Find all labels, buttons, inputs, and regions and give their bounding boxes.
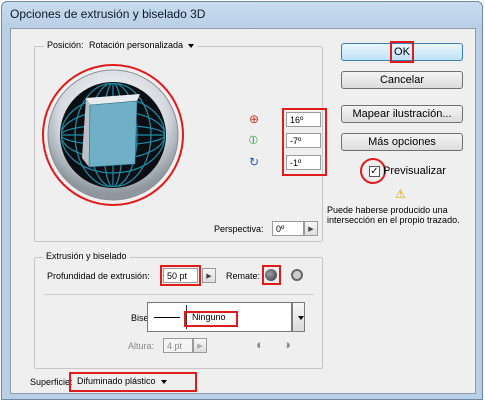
depth-label: Profundidad de extrusión: <box>47 271 150 281</box>
map-art-button[interactable]: Mapear ilustración... <box>341 105 463 123</box>
bevel-out-icon[interactable]: ◐ <box>256 337 264 352</box>
perspective-label: Perspectiva: <box>214 224 264 234</box>
bevel-preview-icon <box>154 317 180 318</box>
position-dropdown[interactable]: Rotación personalizada <box>86 39 198 53</box>
extrude-group-label: Extrusión y biselado <box>43 251 130 261</box>
rotate-x-icon: ⊕ <box>249 112 260 126</box>
perspective-field[interactable]: 0º <box>272 221 304 236</box>
cap-label: Remate: <box>226 271 261 281</box>
rotation-fields-highlight <box>282 108 327 176</box>
more-options-button[interactable]: Más opciones <box>341 133 463 151</box>
cube <box>82 94 140 168</box>
dialog-window: Opciones de extrusión y biselado 3D Posi… <box>1 1 483 400</box>
position-dropdown-value: Rotación personalizada <box>89 40 184 50</box>
rotation-trackball[interactable] <box>42 64 184 206</box>
chevron-down-icon <box>298 316 304 320</box>
dialog-title: Opciones de extrusión y biselado 3D <box>10 7 206 21</box>
perspective-slider-button[interactable]: ▶ <box>304 221 318 236</box>
bevel-dropdown-button[interactable] <box>292 302 305 332</box>
surface-label: Superficie: <box>30 377 73 387</box>
preview-label: Previsualizar <box>383 165 446 177</box>
height-label: Altura: <box>128 341 155 351</box>
bevel-in-icon[interactable]: ◑ <box>283 337 291 352</box>
rotate-z-icon: ↻ <box>249 155 260 169</box>
cap-on-highlight <box>262 265 281 285</box>
warning-text: Puede haberse producido una intersección… <box>327 205 460 225</box>
surface-highlight <box>69 372 197 392</box>
height-field[interactable]: 4 pt <box>163 338 193 353</box>
height-slider-button[interactable]: ▶ <box>193 338 207 353</box>
ok-highlight <box>390 41 414 63</box>
rotate-y-icon: ⦶ <box>249 133 258 147</box>
depth-highlight <box>160 265 201 286</box>
cancel-button[interactable]: Cancelar <box>341 71 463 89</box>
depth-slider-button[interactable]: ▶ <box>202 268 216 283</box>
warning-icon: ⚠ <box>395 187 406 201</box>
bevel-highlight <box>184 311 238 327</box>
dialog-body: Posición: Rotación personalizada ⊕ ⦶ ↻ 1… <box>10 28 476 394</box>
extrude-separator <box>44 294 314 295</box>
chevron-down-icon <box>188 43 195 48</box>
position-label: Posición: <box>44 40 87 50</box>
cap-off-icon[interactable] <box>291 269 303 281</box>
